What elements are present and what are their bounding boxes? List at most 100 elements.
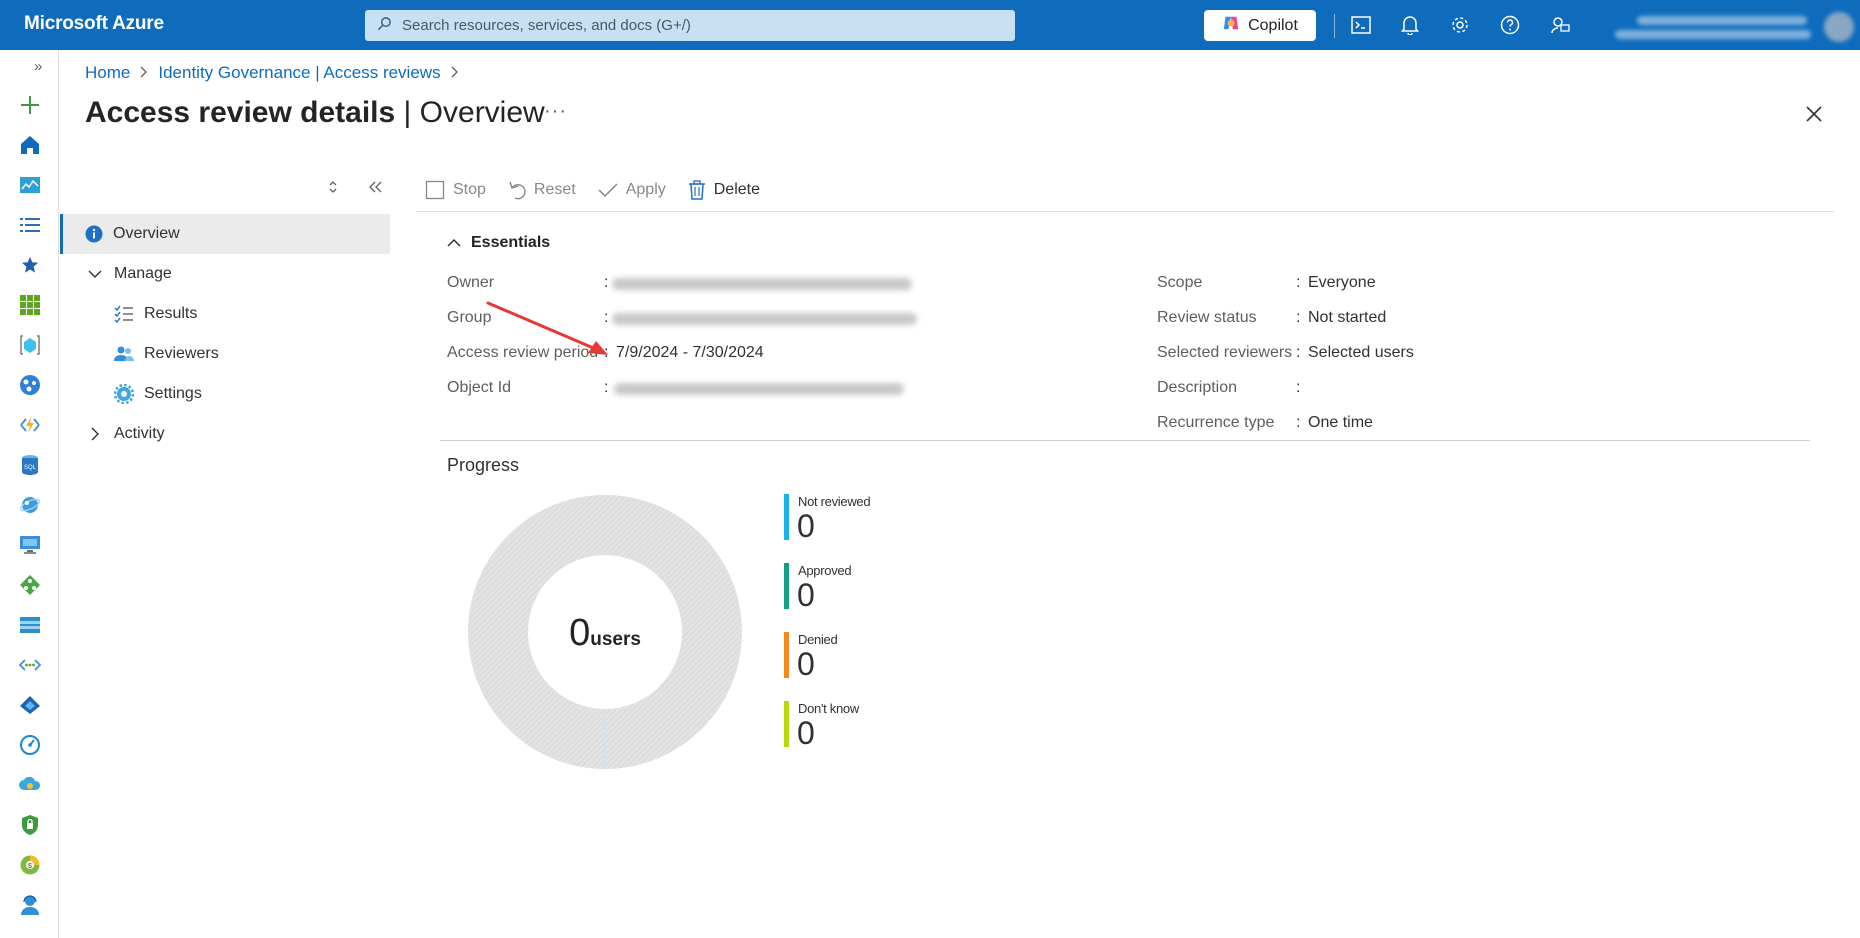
advisor-icon[interactable]: [18, 773, 42, 797]
selected-reviewers-colon: :: [1296, 344, 1301, 361]
trash-icon: [688, 180, 706, 200]
essentials-heading: Essentials: [471, 234, 551, 251]
object-id-colon: :: [604, 379, 609, 396]
donut-total-value: 0: [569, 612, 590, 654]
breadcrumb-access-reviews[interactable]: Identity Governance | Access reviews: [158, 63, 440, 83]
owner-colon: :: [604, 274, 609, 291]
chevron-right-icon: [90, 427, 100, 441]
scope-value: Everyone: [1308, 274, 1376, 291]
brand-logo[interactable]: Microsoft Azure: [24, 13, 164, 35]
sidebar-item-results[interactable]: Results: [60, 294, 390, 334]
sidebar-item-overview[interactable]: Overview: [60, 214, 390, 254]
sidebar-item-activity[interactable]: Activity: [60, 414, 390, 454]
legend-swatch: [784, 701, 789, 747]
expand-menu-icon[interactable]: »: [34, 58, 42, 75]
legend-denied: Denied 0: [784, 632, 904, 682]
storage-account-icon[interactable]: [18, 613, 42, 637]
review-status-colon: :: [1296, 309, 1301, 326]
monitor-icon[interactable]: [18, 733, 42, 757]
progress-donut-chart: 0users: [468, 495, 742, 769]
load-balancer-icon[interactable]: [18, 573, 42, 597]
chevron-up-icon: [447, 238, 461, 248]
period-colon: :: [604, 344, 609, 361]
collapse-menu-icon[interactable]: [369, 180, 383, 196]
sidebar-item-label: Activity: [114, 425, 165, 442]
resource-groups-icon[interactable]: [18, 333, 42, 357]
delete-label: Delete: [713, 181, 760, 198]
description-colon: :: [1296, 379, 1301, 396]
review-status-value: Not started: [1308, 309, 1387, 326]
sidebar-item-manage[interactable]: Manage: [60, 254, 390, 294]
donut-total-unit: users: [590, 629, 641, 650]
essentials-divider: [440, 440, 1810, 441]
cosmos-db-icon[interactable]: [18, 493, 42, 517]
legend-swatch: [784, 563, 789, 609]
bell-icon[interactable]: [1398, 13, 1422, 37]
account-menu[interactable]: [1595, 6, 1860, 46]
delete-button[interactable]: Delete: [688, 180, 760, 200]
virtual-network-icon[interactable]: [18, 653, 42, 677]
close-icon[interactable]: [1804, 104, 1826, 126]
svg-text:SQL: SQL: [24, 465, 37, 471]
legend-dont-know: Don't know 0: [784, 701, 904, 751]
sql-database-icon[interactable]: SQL: [18, 453, 42, 477]
svg-text:$: $: [28, 863, 32, 870]
entra-id-icon[interactable]: [18, 693, 42, 717]
favorites-star-icon[interactable]: [18, 253, 42, 277]
donut-svg: 0users: [468, 495, 742, 769]
dashboard-icon[interactable]: [18, 173, 42, 197]
object-id-value-redacted: [614, 383, 904, 395]
selected-reviewers-label: Selected reviewers: [1157, 344, 1293, 361]
group-value-redacted: [612, 313, 917, 325]
create-resource-icon[interactable]: [18, 93, 42, 117]
more-options-button[interactable]: ···: [544, 100, 567, 123]
sidebar-item-label: Results: [144, 305, 198, 322]
scope-label: Scope: [1157, 274, 1203, 291]
left-rail: » SQL $: [0, 50, 59, 938]
sidebar-item-settings[interactable]: Settings: [60, 374, 390, 414]
copilot-label: Copilot: [1248, 16, 1298, 34]
apply-button[interactable]: Apply: [598, 181, 666, 199]
access-review-period-value: 7/9/2024 - 7/30/2024: [616, 344, 764, 361]
gear-icon[interactable]: [1448, 13, 1472, 37]
all-resources-grid-icon[interactable]: [18, 293, 42, 317]
reset-button[interactable]: Reset: [508, 180, 576, 200]
recurrence-type-colon: :: [1296, 414, 1301, 431]
feedback-icon[interactable]: [1548, 13, 1572, 37]
search-input[interactable]: [400, 16, 1000, 35]
function-app-icon[interactable]: [18, 413, 42, 437]
legend-value: 0: [797, 577, 815, 613]
group-label: Group: [447, 309, 492, 326]
account-name-redacted: [1637, 16, 1807, 25]
stop-button[interactable]: Stop: [425, 180, 486, 200]
help-support-icon[interactable]: [18, 893, 42, 917]
object-id-label: Object Id: [447, 379, 512, 396]
chevron-right-icon: [451, 65, 459, 81]
description-label: Description: [1157, 379, 1238, 396]
owner-label: Owner: [447, 274, 495, 291]
help-icon[interactable]: [1498, 13, 1522, 37]
copilot-button[interactable]: Copilot: [1204, 10, 1316, 41]
sidebar-item-reviewers[interactable]: Reviewers: [60, 334, 390, 374]
command-bar: Stop Reset Apply Delete: [425, 178, 782, 202]
cost-management-icon[interactable]: $: [18, 853, 42, 877]
virtual-machine-icon[interactable]: [18, 533, 42, 557]
all-services-icon[interactable]: [18, 213, 42, 237]
checkmark-icon: [598, 182, 618, 198]
essentials-toggle[interactable]: Essentials: [447, 234, 550, 252]
legend-approved: Approved 0: [784, 563, 904, 613]
legend-value: 0: [797, 646, 815, 682]
global-search[interactable]: [365, 10, 1015, 41]
sidebar-item-label: Manage: [114, 265, 172, 282]
legend-swatch: [784, 632, 789, 678]
home-icon[interactable]: [18, 133, 42, 157]
toolbar-separator: [1334, 14, 1335, 38]
cloud-shell-icon[interactable]: [1349, 13, 1373, 37]
legend-label: Not reviewed: [798, 494, 871, 509]
owner-value-redacted: [612, 278, 912, 290]
defender-shield-icon[interactable]: [18, 813, 42, 837]
page-title-sub: Overview: [419, 96, 545, 129]
breadcrumb-home[interactable]: Home: [85, 63, 130, 83]
app-services-icon[interactable]: [18, 373, 42, 397]
sort-menu-icon[interactable]: [328, 180, 338, 197]
